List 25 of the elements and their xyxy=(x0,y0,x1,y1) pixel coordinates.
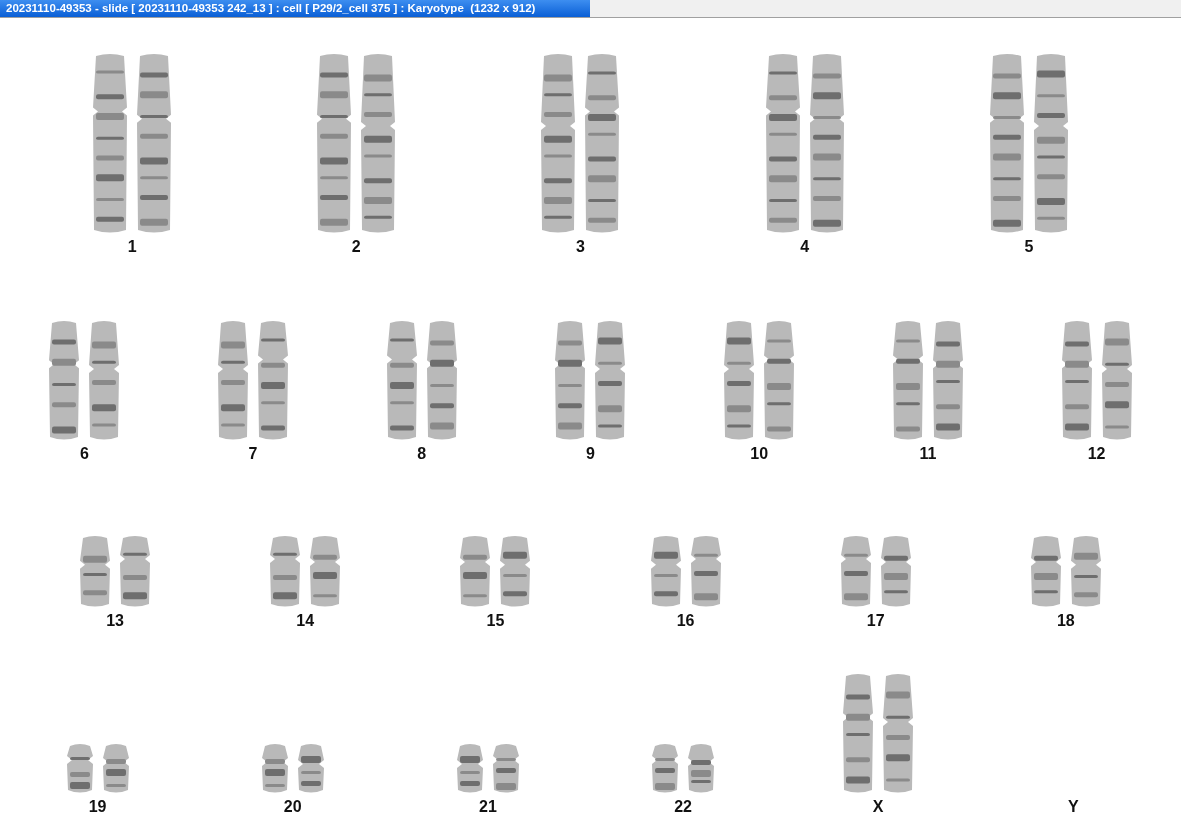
chromosome-label: 4 xyxy=(800,238,810,256)
chromosome-label: Y xyxy=(1068,798,1079,816)
chromosome-label: 8 xyxy=(417,445,427,463)
chromosome-label: 22 xyxy=(674,798,692,816)
chromosome-label: 21 xyxy=(479,798,497,816)
chromosome-label: 7 xyxy=(248,445,258,463)
chromosome-label: 3 xyxy=(576,238,585,256)
chromosome-label: 11 xyxy=(919,445,937,463)
chromosome-label: 1 xyxy=(127,238,137,256)
chromosome-label: 18 xyxy=(1056,612,1075,630)
chromosome-label: 15 xyxy=(486,612,505,630)
chromosome-label: 10 xyxy=(750,445,769,463)
chromosome-label: 9 xyxy=(586,445,595,463)
chromosome-label: 6 xyxy=(79,445,89,463)
window-title: 20231110-49353 - slide [ 20231110-49353 242_13 ] : cell [ P29/2_cell 375 ] : Karyotype (1232 x 912) xyxy=(0,0,590,17)
chromosome-label: 13 xyxy=(106,612,124,630)
chromosome-label: 2 xyxy=(351,238,361,256)
chromosome-label: 16 xyxy=(676,612,695,630)
chromosome-label: 5 xyxy=(1024,238,1034,256)
chromosome-label: 12 xyxy=(1087,445,1106,463)
chromosome-label: 17 xyxy=(866,612,885,630)
chromosome-label: X xyxy=(872,798,884,816)
chromosome-label: 20 xyxy=(283,798,302,816)
chromosome-label: 19 xyxy=(88,798,107,816)
chromosome-label: 14 xyxy=(296,612,315,630)
